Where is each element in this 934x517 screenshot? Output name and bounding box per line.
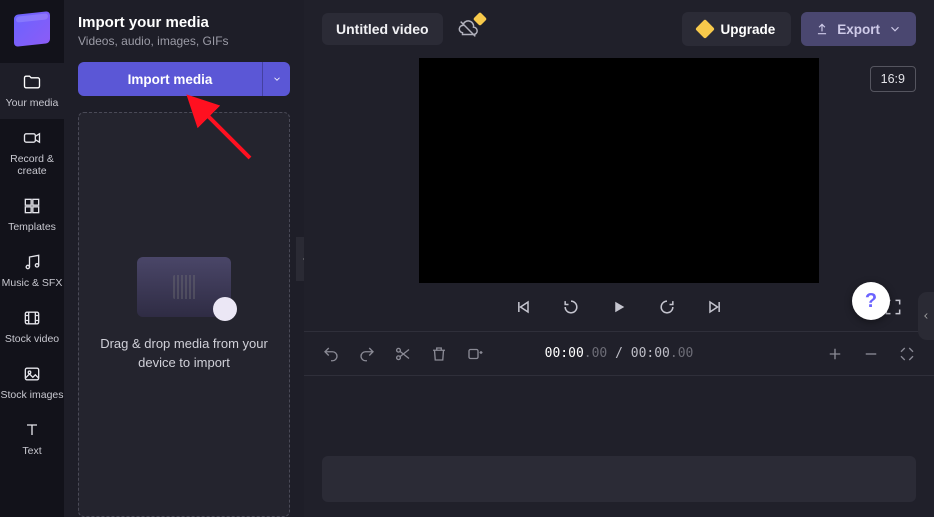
- upgrade-button[interactable]: Upgrade: [682, 12, 791, 46]
- timeline-toolbar: 00:00.00 / 00:00.00: [304, 331, 934, 375]
- media-dropzone[interactable]: Drag & drop media from your device to im…: [78, 112, 290, 517]
- upgrade-label: Upgrade: [720, 22, 775, 37]
- skip-start-button[interactable]: [512, 296, 534, 318]
- stage-wrap: 16:9: [304, 58, 934, 283]
- panel-title: Import your media: [78, 14, 290, 31]
- help-button[interactable]: ?: [852, 282, 890, 320]
- undo-button[interactable]: [322, 345, 340, 363]
- left-rail: Your media Record & create Templates Mus…: [0, 0, 64, 517]
- upload-icon: [815, 22, 829, 36]
- add-track-button[interactable]: [466, 345, 484, 363]
- rail-label: Stock video: [0, 333, 64, 345]
- rail-item-templates[interactable]: Templates: [0, 187, 64, 243]
- dropzone-thumb-icon: [137, 257, 231, 317]
- chevron-left-icon: [921, 311, 931, 321]
- skip-back-icon: [513, 297, 533, 317]
- rail-label: Record & create: [0, 153, 64, 177]
- media-panel: Import your media Videos, audio, images,…: [64, 0, 304, 517]
- rail-label: Templates: [0, 221, 64, 233]
- export-label: Export: [837, 22, 880, 37]
- trash-icon: [430, 345, 448, 363]
- rail-label: Stock images: [0, 389, 64, 401]
- scissors-icon: [394, 345, 412, 363]
- text-icon: [0, 419, 64, 441]
- skip-end-button[interactable]: [704, 296, 726, 318]
- fit-timeline-button[interactable]: [898, 345, 916, 363]
- rail-label: Your media: [0, 97, 64, 109]
- minus-icon: [862, 345, 880, 363]
- chevron-down-icon: [272, 74, 282, 84]
- import-media-button[interactable]: Import media: [78, 62, 262, 96]
- folder-icon: [0, 71, 64, 93]
- rewind-button[interactable]: [560, 296, 582, 318]
- app-logo: [14, 11, 50, 47]
- rail-item-stock-images[interactable]: Stock images: [0, 355, 64, 411]
- player-controls: [304, 283, 934, 331]
- split-button[interactable]: [394, 345, 412, 363]
- chevron-down-icon: [888, 22, 902, 36]
- panel-subtitle: Videos, audio, images, GIFs: [78, 34, 290, 48]
- aspect-ratio-button[interactable]: 16:9: [870, 66, 916, 92]
- image-icon: [0, 363, 64, 385]
- fit-icon: [898, 345, 916, 363]
- zoom-in-button[interactable]: [826, 345, 844, 363]
- rail-item-record-create[interactable]: Record & create: [0, 119, 64, 187]
- timeline-track[interactable]: [322, 456, 916, 502]
- rail-item-text[interactable]: Text: [0, 411, 64, 467]
- undo-icon: [322, 345, 340, 363]
- camera-icon: [0, 127, 64, 149]
- skip-forward-icon: [705, 297, 725, 317]
- templates-icon: [0, 195, 64, 217]
- rail-item-stock-video[interactable]: Stock video: [0, 299, 64, 355]
- cloud-sync-button[interactable]: [457, 18, 479, 40]
- timecode-display: 00:00.00 / 00:00.00: [545, 346, 694, 361]
- import-media-dropdown[interactable]: [262, 62, 290, 96]
- play-button[interactable]: [608, 296, 630, 318]
- film-icon: [0, 307, 64, 329]
- main-area: Untitled video Upgrade Export 16:9: [304, 0, 934, 517]
- layers-plus-icon: [466, 345, 484, 363]
- forward-button[interactable]: [656, 296, 678, 318]
- top-bar: Untitled video Upgrade Export: [304, 0, 934, 58]
- rail-item-music-sfx[interactable]: Music & SFX: [0, 243, 64, 299]
- gem-icon: [696, 19, 716, 39]
- forward-icon: [657, 297, 677, 317]
- collapse-right-panel-button[interactable]: [918, 292, 934, 340]
- rewind-icon: [561, 297, 581, 317]
- music-icon: [0, 251, 64, 273]
- timeline-area[interactable]: [304, 375, 934, 517]
- dropzone-text: Drag & drop media from your device to im…: [97, 335, 271, 373]
- project-title-input[interactable]: Untitled video: [322, 13, 443, 45]
- redo-icon: [358, 345, 376, 363]
- rail-item-your-media[interactable]: Your media: [0, 63, 64, 119]
- play-icon: [610, 297, 628, 317]
- export-button[interactable]: Export: [801, 12, 916, 46]
- question-icon: ?: [865, 290, 877, 313]
- rail-label: Music & SFX: [0, 277, 64, 289]
- zoom-out-button[interactable]: [862, 345, 880, 363]
- delete-button[interactable]: [430, 345, 448, 363]
- rail-label: Text: [0, 445, 64, 457]
- preview-canvas[interactable]: [419, 58, 819, 283]
- redo-button[interactable]: [358, 345, 376, 363]
- plus-icon: [826, 345, 844, 363]
